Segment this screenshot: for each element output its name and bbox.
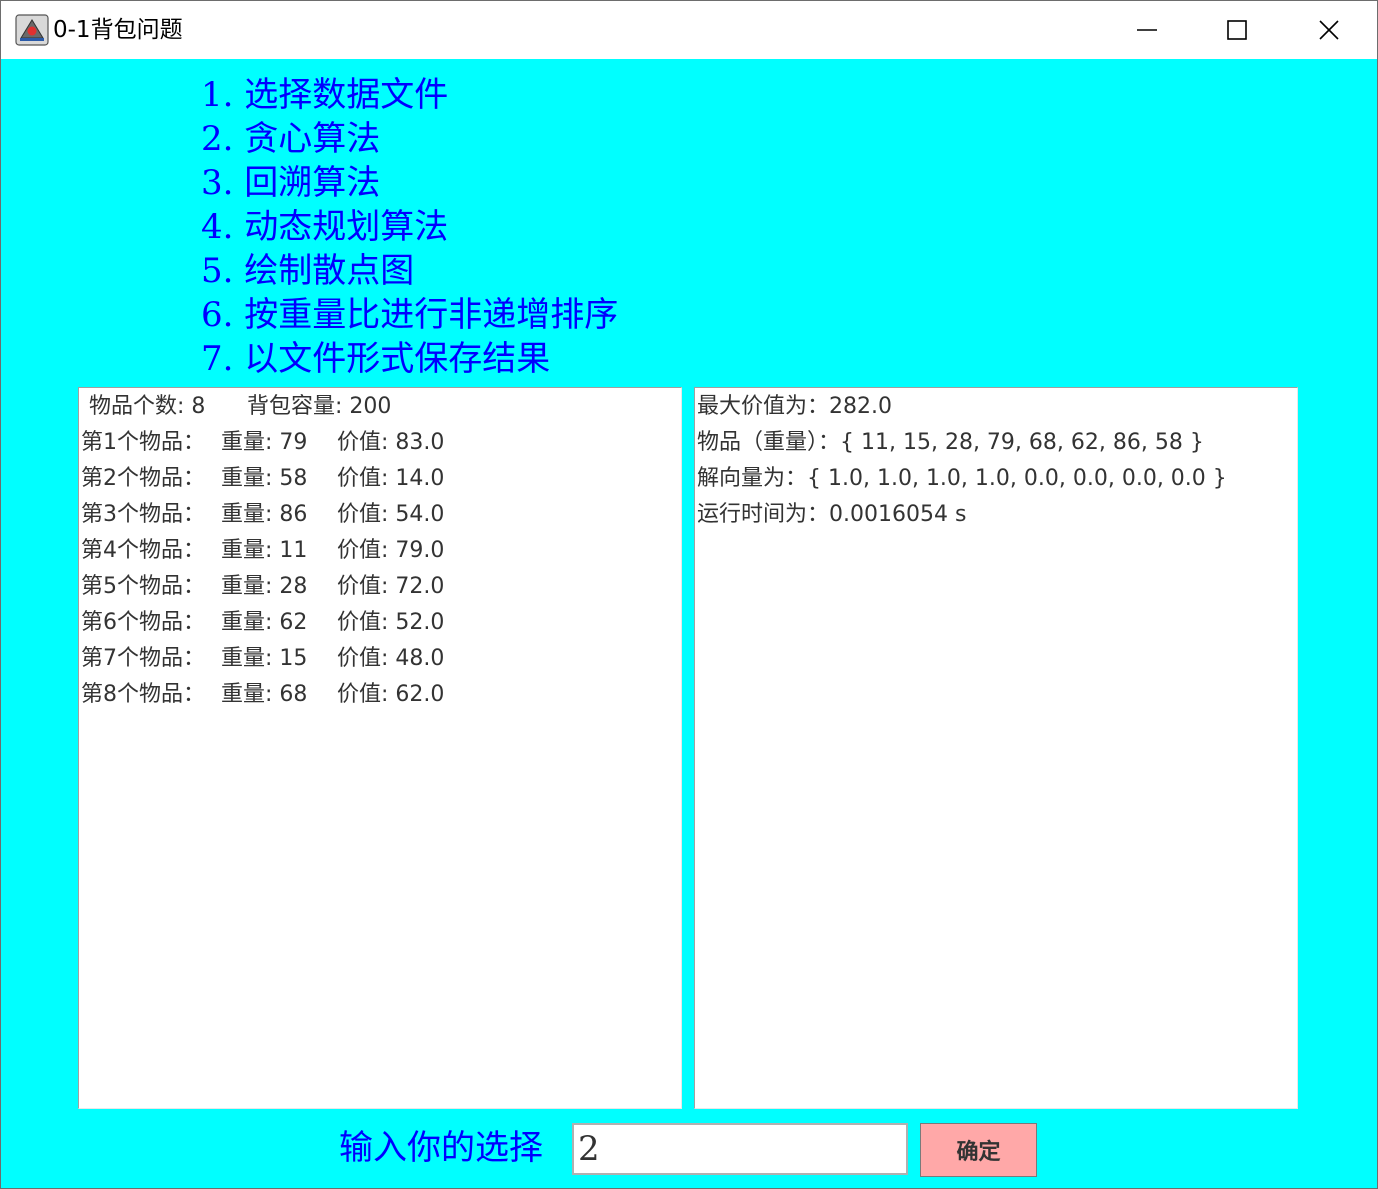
item-weights-line: 物品（重量）：{ 11, 15, 28, 79, 68, 62, 86, 58 … [697, 430, 1204, 455]
menu-option-sort-by-ratio: 6. 按重量比进行非递增排序 [201, 295, 619, 335]
item-row: 第4个物品： 重量: 11 价值: 79.0 [81, 533, 444, 569]
choice-input[interactable] [572, 1123, 908, 1175]
item-data-textarea[interactable]: 物品个数: 8 背包容量: 200 第1个物品： 重量: 79 价值: 83.0… [78, 387, 682, 1109]
window-title: 0-1背包问题 [53, 17, 183, 43]
menu-option-select-file: 1. 选择数据文件 [201, 75, 449, 115]
confirm-button[interactable]: 确定 [920, 1123, 1037, 1177]
item-label: 第4个物品： [81, 538, 205, 563]
minimize-button[interactable] [1101, 1, 1193, 59]
item-value: 价值: 14.0 [337, 466, 445, 491]
item-weight: 重量: 58 [221, 466, 308, 491]
item-row: 第7个物品： 重量: 15 价值: 48.0 [81, 641, 444, 677]
menu-option-dynamic-programming: 4. 动态规划算法 [201, 207, 449, 247]
close-icon [1319, 20, 1339, 40]
max-value-line: 最大价值为：282.0 [697, 394, 892, 419]
minimize-icon [1137, 29, 1157, 31]
item-label: 第6个物品： [81, 610, 205, 635]
item-weight: 重量: 11 [221, 538, 308, 563]
run-time-line: 运行时间为：0.0016054 s [697, 502, 967, 527]
title-bar[interactable]: 0-1背包问题 [1, 1, 1377, 59]
item-weight: 重量: 86 [221, 502, 308, 527]
knapsack-capacity: 背包容量: 200 [247, 394, 392, 419]
data-header-line: 物品个数: 8 背包容量: 200 [81, 389, 391, 425]
choice-prompt-label: 输入你的选择 [339, 1128, 543, 1168]
item-weight: 重量: 15 [221, 646, 308, 671]
item-weight: 重量: 68 [221, 682, 308, 707]
maximize-button[interactable] [1193, 1, 1285, 59]
item-label: 第2个物品： [81, 466, 205, 491]
result-textarea[interactable]: 最大价值为：282.0 物品（重量）：{ 11, 15, 28, 79, 68,… [694, 387, 1298, 1109]
menu-option-backtracking: 3. 回溯算法 [201, 163, 381, 203]
item-row: 第8个物品： 重量: 68 价值: 62.0 [81, 677, 444, 713]
menu-option-greedy: 2. 贪心算法 [201, 119, 381, 159]
app-window: 0-1背包问题 1. 选择数据文件 2. 贪心算法 3. 回溯算法 4. 动态规… [0, 0, 1378, 1189]
solution-vector-line: 解向量为：{ 1.0, 1.0, 1.0, 1.0, 0.0, 0.0, 0.0… [697, 466, 1227, 491]
item-row: 第3个物品： 重量: 86 价值: 54.0 [81, 497, 444, 533]
item-label: 第7个物品： [81, 646, 205, 671]
java-app-icon[interactable] [15, 14, 49, 46]
item-row: 第5个物品： 重量: 28 价值: 72.0 [81, 569, 444, 605]
item-label: 第3个物品： [81, 502, 205, 527]
item-label: 第8个物品： [81, 682, 205, 707]
item-label: 第5个物品： [81, 574, 205, 599]
menu-options: 1. 选择数据文件 2. 贪心算法 3. 回溯算法 4. 动态规划算法 5. 绘… [201, 73, 618, 381]
item-value: 价值: 54.0 [337, 502, 445, 527]
item-value: 价值: 72.0 [337, 574, 445, 599]
item-row: 第1个物品： 重量: 79 价值: 83.0 [81, 425, 444, 461]
item-value: 价值: 83.0 [337, 430, 445, 455]
item-weight: 重量: 79 [221, 430, 308, 455]
item-row: 第2个物品： 重量: 58 价值: 14.0 [81, 461, 444, 497]
close-button[interactable] [1285, 1, 1377, 59]
item-row: 第6个物品： 重量: 62 价值: 52.0 [81, 605, 444, 641]
item-weight: 重量: 62 [221, 610, 308, 635]
menu-option-scatter-plot: 5. 绘制散点图 [201, 251, 415, 291]
menu-option-save-results: 7. 以文件形式保存结果 [201, 339, 551, 379]
item-count: 物品个数: 8 [89, 394, 206, 419]
item-weight: 重量: 28 [221, 574, 308, 599]
item-value: 价值: 48.0 [337, 646, 445, 671]
maximize-icon [1227, 20, 1247, 40]
item-value: 价值: 62.0 [337, 682, 445, 707]
item-value: 价值: 52.0 [337, 610, 445, 635]
item-value: 价值: 79.0 [337, 538, 445, 563]
item-label: 第1个物品： [81, 430, 205, 455]
